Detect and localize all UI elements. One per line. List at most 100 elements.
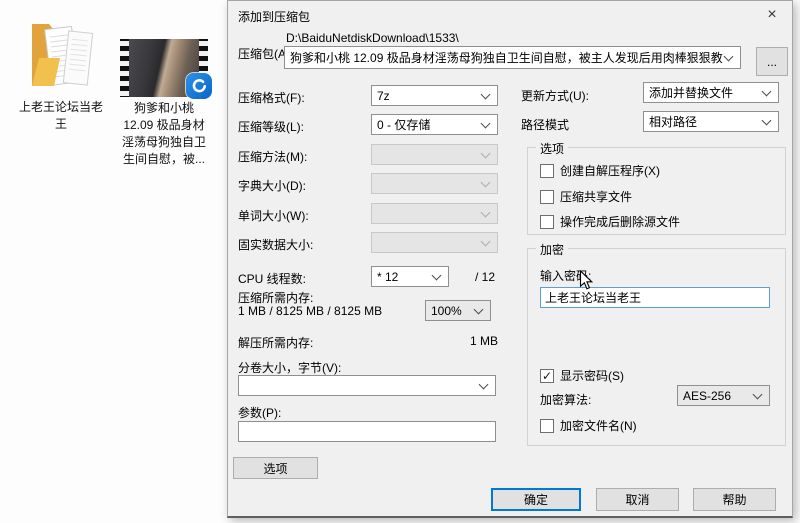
player-badge-icon <box>186 73 212 99</box>
dialog-title: 添加到压缩包 <box>238 10 311 24</box>
path-mode-value: 相对路径 <box>649 115 698 129</box>
chevron-down-icon[interactable] <box>473 305 485 317</box>
folder-icon <box>32 24 94 86</box>
help-button-label: 帮助 <box>722 493 747 507</box>
encryption-method-value: AES-256 <box>683 388 732 403</box>
checkbox-box-checked[interactable]: ✓ <box>540 368 554 383</box>
chevron-down-icon[interactable] <box>761 87 773 99</box>
delete-after-label: 操作完成后删除源文件 <box>560 215 681 229</box>
show-password-checkbox[interactable]: ✓ 显示密码(S) <box>540 367 624 384</box>
level-label: 压缩等级(L): <box>238 120 305 134</box>
video-label-line: 狗爹和小桃 <box>133 101 194 115</box>
close-icon[interactable]: × <box>757 4 787 26</box>
archive-name-value: 狗爹和小桃 12.09 极品身材淫荡母狗独自卫生间自慰，被主人发现后用肉棒狠狠教… <box>290 51 723 65</box>
options-button[interactable]: 选项 <box>233 457 318 479</box>
browse-button-label: ... <box>766 54 777 69</box>
word-size-combobox <box>371 203 498 224</box>
filmstrip-holes-left <box>120 39 129 97</box>
dictionary-label: 字典大小(D): <box>238 179 306 193</box>
update-mode-value: 添加并替换文件 <box>649 86 734 100</box>
chevron-down-icon <box>480 178 492 190</box>
encryption-method-label: 加密算法: <box>540 393 592 407</box>
memory-compress-detail: 1 MB / 8125 MB / 8125 MB <box>238 304 383 318</box>
chevron-down-icon[interactable] <box>431 271 443 283</box>
dialog-titlebar[interactable]: 添加到压缩包 × <box>228 1 792 29</box>
chevron-down-icon[interactable] <box>752 390 764 402</box>
level-value: 0 - 仅存储 <box>377 118 431 132</box>
level-combobox[interactable]: 0 - 仅存储 <box>371 114 498 135</box>
check-icon: ✓ <box>541 368 553 383</box>
encryption-group-title: 加密 <box>536 241 569 258</box>
method-label: 压缩方法(M): <box>238 150 308 164</box>
cancel-button[interactable]: 取消 <box>596 488 679 511</box>
memory-decompress-value: 1 MB <box>469 334 498 348</box>
browse-button[interactable]: ... <box>756 47 788 76</box>
chevron-down-icon[interactable] <box>480 119 492 131</box>
options-group: 选项 创建自解压程序(X) 压缩共享文件 操作完成后删除源文件 <box>527 140 786 235</box>
folder-icon-label: 上老王论坛当老王 <box>18 100 103 131</box>
checkbox-box[interactable] <box>540 418 554 433</box>
desktop-icon-folder[interactable]: 上老王论坛当老王 <box>13 16 109 133</box>
word-size-label: 单词大小(W): <box>238 209 309 223</box>
encryption-method-combobox[interactable]: AES-256 <box>677 385 770 406</box>
encryption-group: 加密 输入密码: ✓ 显示密码(S) 加密算法: AES-256 加密文件名(N… <box>527 241 786 446</box>
video-label-line: 生间自慰，被... <box>122 152 205 166</box>
format-value: 7z <box>377 88 390 103</box>
cpu-threads-max: / 12 <box>475 270 496 284</box>
volume-size-combobox[interactable] <box>238 375 496 396</box>
chevron-down-icon[interactable] <box>761 116 773 128</box>
create-sfx-label: 创建自解压程序(X) <box>560 164 660 178</box>
chevron-down-icon[interactable] <box>723 52 735 64</box>
options-group-title: 选项 <box>536 140 569 157</box>
checkbox-box[interactable] <box>540 163 554 178</box>
solid-block-combobox <box>371 232 498 253</box>
chevron-down-icon <box>480 237 492 249</box>
archive-name-combobox[interactable]: 狗爹和小桃 12.09 极品身材淫荡母狗独自卫生间自慰，被主人发现后用肉棒狠狠教… <box>284 46 741 69</box>
cpu-threads-combobox[interactable]: * 12 <box>371 266 449 287</box>
checkbox-box[interactable] <box>540 189 554 204</box>
add-to-archive-dialog: 添加到压缩包 × 压缩包(A) D:\BaiduNetdiskDownload\… <box>227 0 793 518</box>
dictionary-combobox <box>371 173 498 194</box>
solid-block-label: 固实数据大小: <box>238 238 314 252</box>
format-combobox[interactable]: 7z <box>371 85 498 106</box>
update-mode-label: 更新方式(U): <box>521 89 589 103</box>
encrypt-filenames-label: 加密文件名(N) <box>560 419 637 433</box>
encrypt-filenames-checkbox[interactable]: 加密文件名(N) <box>540 417 637 434</box>
memory-percent-value: 100% <box>431 303 462 318</box>
video-label-line: 淫荡母狗独自卫 <box>121 135 206 149</box>
chevron-down-icon[interactable] <box>478 380 490 392</box>
delete-after-checkbox[interactable]: 操作完成后删除源文件 <box>540 213 680 230</box>
cpu-threads-label: CPU 线程数: <box>238 272 307 286</box>
password-label: 输入密码: <box>540 269 592 283</box>
cancel-button-label: 取消 <box>625 493 650 507</box>
chevron-down-icon <box>480 149 492 161</box>
parameters-label: 参数(P): <box>238 406 282 420</box>
archive-path: D:\BaiduNetdiskDownload\1533\ <box>286 31 459 45</box>
checkbox-box[interactable] <box>540 214 554 229</box>
method-combobox <box>371 144 498 165</box>
desktop-icon-video[interactable]: 狗爹和小桃 12.09 极品身材 淫荡母狗独自卫 生间自慰，被... <box>117 39 212 168</box>
video-icon-label: 狗爹和小桃 12.09 极品身材 淫荡母狗独自卫 生间自慰，被... <box>117 100 211 168</box>
compress-shared-label: 压缩共享文件 <box>560 190 633 204</box>
update-mode-combobox[interactable]: 添加并替换文件 <box>643 82 779 103</box>
video-label-line: 12.09 极品身材 <box>123 118 205 132</box>
format-label: 压缩格式(F): <box>238 91 305 105</box>
password-input[interactable] <box>540 287 770 308</box>
archive-label: 压缩包(A) <box>238 47 290 61</box>
create-sfx-checkbox[interactable]: 创建自解压程序(X) <box>540 162 660 179</box>
help-button[interactable]: 帮助 <box>693 488 776 511</box>
memory-percent-combobox[interactable]: 100% <box>425 300 491 321</box>
options-button-label: 选项 <box>263 461 288 476</box>
show-password-label: 显示密码(S) <box>560 369 624 383</box>
path-mode-combobox[interactable]: 相对路径 <box>643 111 779 132</box>
compress-shared-checkbox[interactable]: 压缩共享文件 <box>540 188 632 205</box>
memory-decompress-label: 解压所需内存: <box>238 336 314 350</box>
ok-button-label: 确定 <box>523 493 548 507</box>
ok-button[interactable]: 确定 <box>491 488 581 511</box>
cpu-threads-value: * 12 <box>377 269 399 284</box>
chevron-down-icon[interactable] <box>480 90 492 102</box>
chevron-down-icon <box>480 208 492 220</box>
video-thumbnail <box>120 39 212 99</box>
parameters-input[interactable] <box>238 421 496 442</box>
path-mode-label: 路径模式 <box>521 118 570 132</box>
